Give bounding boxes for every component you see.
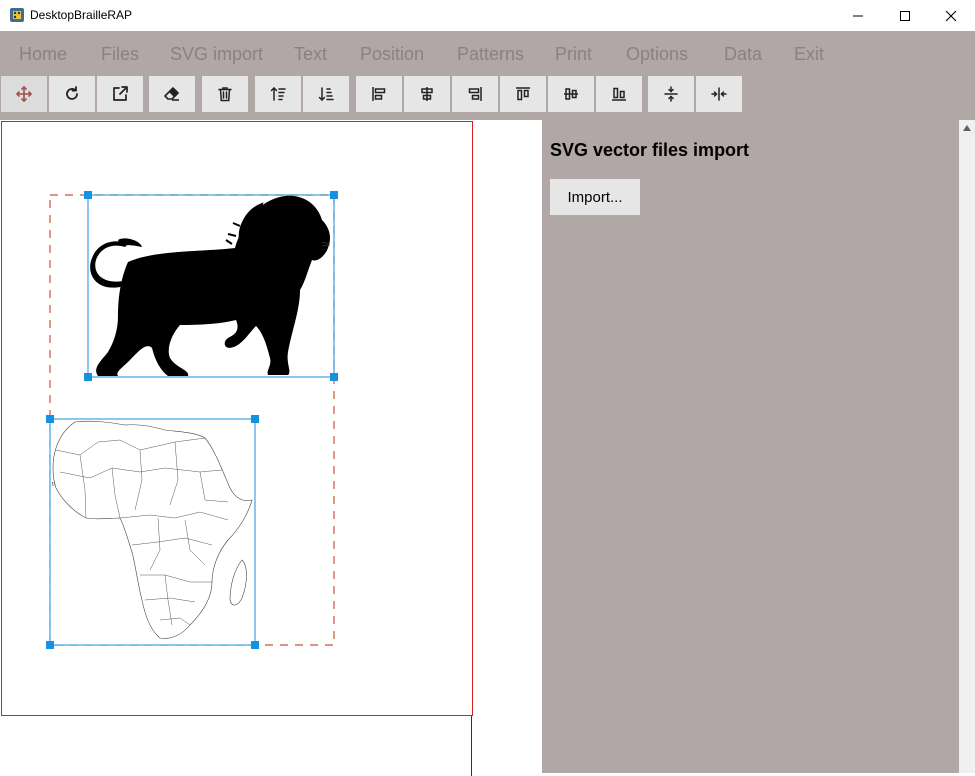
svg-import-panel: SVG vector files import Import... — [542, 120, 959, 773]
align-center-vertical-icon — [564, 88, 578, 100]
open-external-button[interactable] — [97, 76, 143, 112]
distribute-vertical-icon — [664, 86, 678, 102]
maximize-icon — [900, 10, 910, 21]
move-button[interactable] — [1, 76, 47, 112]
distribute-horizontal-icon — [711, 87, 727, 101]
open-external-icon — [113, 86, 128, 101]
align-center-vertical-button[interactable] — [548, 76, 594, 112]
africa-selection-box — [49, 418, 256, 646]
africa-handle-bottom-left[interactable] — [46, 641, 54, 649]
panel-title: SVG vector files import — [550, 140, 750, 160]
menu-print[interactable]: Print — [555, 44, 592, 65]
trash-icon — [218, 87, 232, 102]
drawing-canvas[interactable] — [0, 120, 542, 776]
menu-exit[interactable]: Exit — [794, 44, 824, 65]
align-bottom-icon — [612, 87, 626, 101]
sort-descending-icon — [318, 87, 334, 102]
canvas-objects — [46, 191, 338, 649]
lion-silhouette[interactable] — [87, 194, 335, 378]
app-icon — [10, 8, 24, 22]
close-button[interactable] — [928, 0, 974, 31]
sort-ascending-button[interactable] — [255, 76, 301, 112]
menu-text[interactable]: Text — [294, 44, 327, 65]
menu-position[interactable]: Position — [360, 44, 424, 65]
distribute-vertical-button[interactable] — [648, 76, 694, 112]
import-button[interactable]: Import... — [550, 179, 640, 215]
align-top-button[interactable] — [500, 76, 546, 112]
africa-handle-top-right[interactable] — [251, 415, 259, 423]
rotate-icon — [66, 86, 78, 100]
eraser-icon — [164, 87, 179, 101]
eraser-button[interactable] — [149, 76, 195, 112]
menu-files[interactable]: Files — [101, 44, 139, 65]
africa-handle-top-left[interactable] — [46, 415, 54, 423]
move-icon — [16, 86, 32, 102]
toolbar — [0, 75, 975, 120]
align-center-horizontal-button[interactable] — [404, 76, 450, 112]
title-bar: DesktopBrailleRAP — [0, 0, 975, 31]
minimize-icon — [853, 15, 863, 16]
lion-handle-bottom-right[interactable] — [330, 373, 338, 381]
menu-patterns[interactable]: Patterns — [457, 44, 524, 65]
menu-data[interactable]: Data — [724, 44, 762, 65]
maximize-button[interactable] — [882, 0, 928, 31]
sort-ascending-icon — [270, 86, 286, 101]
minimize-button[interactable] — [835, 0, 881, 31]
align-center-horizontal-icon — [421, 87, 433, 101]
scroll-up-button[interactable] — [959, 120, 975, 136]
align-bottom-button[interactable] — [596, 76, 642, 112]
distribute-horizontal-button[interactable] — [696, 76, 742, 112]
sort-descending-button[interactable] — [303, 76, 349, 112]
align-right-icon — [468, 87, 482, 101]
menu-options[interactable]: Options — [626, 44, 688, 65]
lion-handle-bottom-left[interactable] — [84, 373, 92, 381]
window-title: DesktopBrailleRAP — [30, 8, 133, 22]
align-top-icon — [516, 87, 530, 101]
delete-button[interactable] — [202, 76, 248, 112]
lion-handle-top-right[interactable] — [330, 191, 338, 199]
align-right-button[interactable] — [452, 76, 498, 112]
align-left-icon — [372, 87, 386, 101]
africa-handle-bottom-right[interactable] — [251, 641, 259, 649]
chevron-up-icon — [963, 125, 971, 131]
rotate-button[interactable] — [49, 76, 95, 112]
close-icon — [945, 10, 957, 21]
africa-map[interactable] — [49, 418, 256, 646]
lion-handle-top-left[interactable] — [84, 191, 92, 199]
vertical-scrollbar[interactable] — [959, 120, 975, 773]
menu-bar: Home Files SVG import Text Position Patt… — [0, 31, 975, 75]
menu-home[interactable]: Home — [19, 44, 67, 65]
align-left-button[interactable] — [356, 76, 402, 112]
menu-svg-import[interactable]: SVG import — [170, 44, 263, 65]
